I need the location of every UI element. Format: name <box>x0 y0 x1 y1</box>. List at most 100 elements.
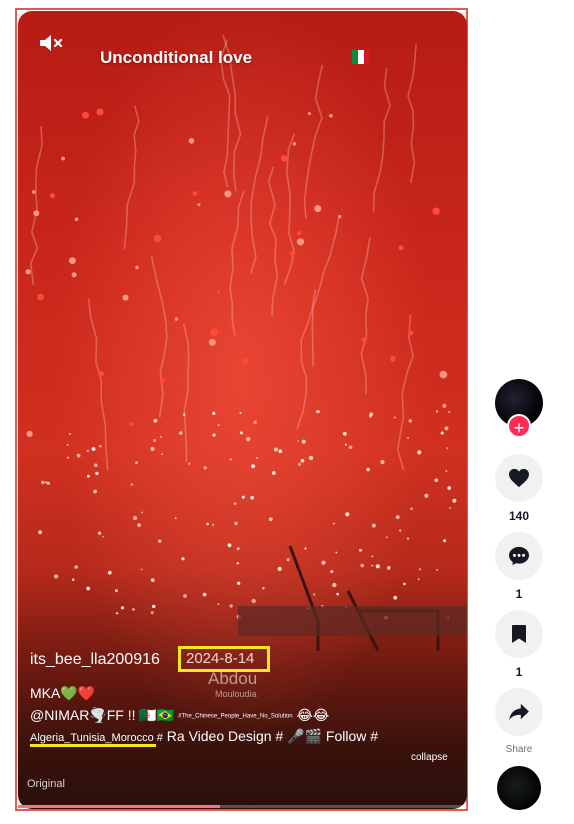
white-spark <box>250 495 255 500</box>
white-spark <box>150 578 155 582</box>
white-spark <box>212 433 216 437</box>
like-count: 140 <box>508 509 530 523</box>
flare-spark <box>129 422 134 427</box>
flare-spark <box>26 430 33 437</box>
white-spark <box>158 539 162 543</box>
flare-spark <box>289 250 296 257</box>
flare-spark <box>217 290 220 294</box>
white-spark <box>251 464 256 469</box>
watermark-text: Abdou <box>208 669 258 688</box>
white-spark <box>448 411 451 413</box>
white-spark <box>407 537 409 540</box>
flare-spark <box>174 317 179 321</box>
comment-count: 1 <box>515 587 523 601</box>
video-title: Unconditional love <box>100 48 253 67</box>
flare-spark <box>33 210 40 217</box>
smoke-trail <box>123 105 140 250</box>
white-spark <box>236 547 240 551</box>
white-spark <box>203 466 207 470</box>
white-spark <box>443 539 447 543</box>
white-spark <box>371 555 374 558</box>
watermark-subtext: Mouloudia <box>215 689 257 699</box>
white-spark <box>212 523 215 526</box>
white-spark <box>130 483 133 486</box>
white-spark <box>417 450 422 455</box>
smoke-trail <box>150 256 168 418</box>
smoke-trail <box>87 298 109 471</box>
white-spark <box>446 447 449 450</box>
description-rest: Ra Video Design # 🎤🎬 Follow # <box>166 728 379 744</box>
favorite-button[interactable] <box>495 610 543 658</box>
hashtag-small[interactable]: #The_Chinese_People_Have_No_Solution <box>178 713 292 719</box>
original-label: Original <box>27 778 65 790</box>
flare-spark <box>242 358 249 365</box>
flare-spark <box>329 114 333 118</box>
description-line-3: Algeria_Tunisia_Morocco # Ra Video Desig… <box>30 728 378 745</box>
collapse-button[interactable]: collapse <box>411 752 448 763</box>
flare-spark <box>432 207 440 215</box>
white-spark <box>268 517 273 522</box>
flare-spark <box>135 265 139 270</box>
white-spark <box>297 440 300 442</box>
white-spark <box>399 529 402 532</box>
white-spark <box>135 461 138 465</box>
white-spark <box>386 536 388 538</box>
author-username[interactable]: its_bee_lla200916 <box>30 651 160 669</box>
share-button[interactable] <box>495 688 543 736</box>
next-video-avatar[interactable] <box>497 766 541 810</box>
white-spark <box>116 612 119 615</box>
white-spark <box>366 467 370 472</box>
white-spark <box>153 418 158 423</box>
progress-fill <box>18 805 221 808</box>
white-spark <box>140 568 143 571</box>
flare-spark <box>210 328 218 337</box>
mention-link[interactable]: @NIMAR🌪️FF !! 🇩🇿🇧🇷 <box>30 707 174 723</box>
white-spark <box>45 481 48 484</box>
progress-bar[interactable] <box>18 805 467 808</box>
smoke-trail <box>311 215 340 367</box>
italy-flag-icon <box>352 50 370 64</box>
white-spark <box>335 551 338 554</box>
white-spark <box>188 462 191 465</box>
flare-spark <box>296 238 305 246</box>
smoke-trail <box>303 64 324 219</box>
speaker-muted-icon[interactable] <box>38 32 64 54</box>
flare-spark <box>224 190 232 198</box>
flare-spark <box>408 330 414 336</box>
white-spark <box>449 507 451 509</box>
smoke-trail <box>372 67 391 213</box>
white-spark <box>313 593 316 596</box>
white-spark <box>369 412 374 417</box>
flare-spark <box>32 190 36 194</box>
white-spark <box>273 447 278 452</box>
white-spark <box>251 598 256 604</box>
emoji-text: 😂😂 <box>296 707 330 723</box>
white-spark <box>304 547 307 550</box>
follow-plus-icon[interactable]: + <box>507 414 531 438</box>
flare-spark <box>292 142 297 146</box>
white-spark <box>342 431 347 436</box>
white-spark <box>98 531 102 535</box>
like-button[interactable] <box>495 454 543 502</box>
white-spark <box>202 592 207 597</box>
white-spark <box>86 449 90 453</box>
white-spark <box>95 471 99 476</box>
comment-button[interactable] <box>495 532 543 580</box>
white-spark <box>315 410 319 414</box>
smoke-trail <box>182 323 190 463</box>
white-spark <box>375 564 380 569</box>
white-spark <box>445 470 448 472</box>
white-spark <box>91 447 96 451</box>
white-spark <box>333 522 335 525</box>
white-spark <box>68 432 72 436</box>
white-spark <box>440 431 444 435</box>
white-spark <box>99 445 102 448</box>
flare-spark <box>153 439 157 442</box>
white-spark <box>233 502 237 505</box>
hashtag-link[interactable]: Algeria_Tunisia_Morocco # <box>30 732 163 744</box>
smoke-trail <box>407 44 417 184</box>
white-spark <box>371 564 374 567</box>
white-spark <box>41 480 45 485</box>
description-line-2: @NIMAR🌪️FF !! 🇩🇿🇧🇷 #The_Chinese_People_H… <box>30 707 329 724</box>
white-spark <box>241 495 245 499</box>
